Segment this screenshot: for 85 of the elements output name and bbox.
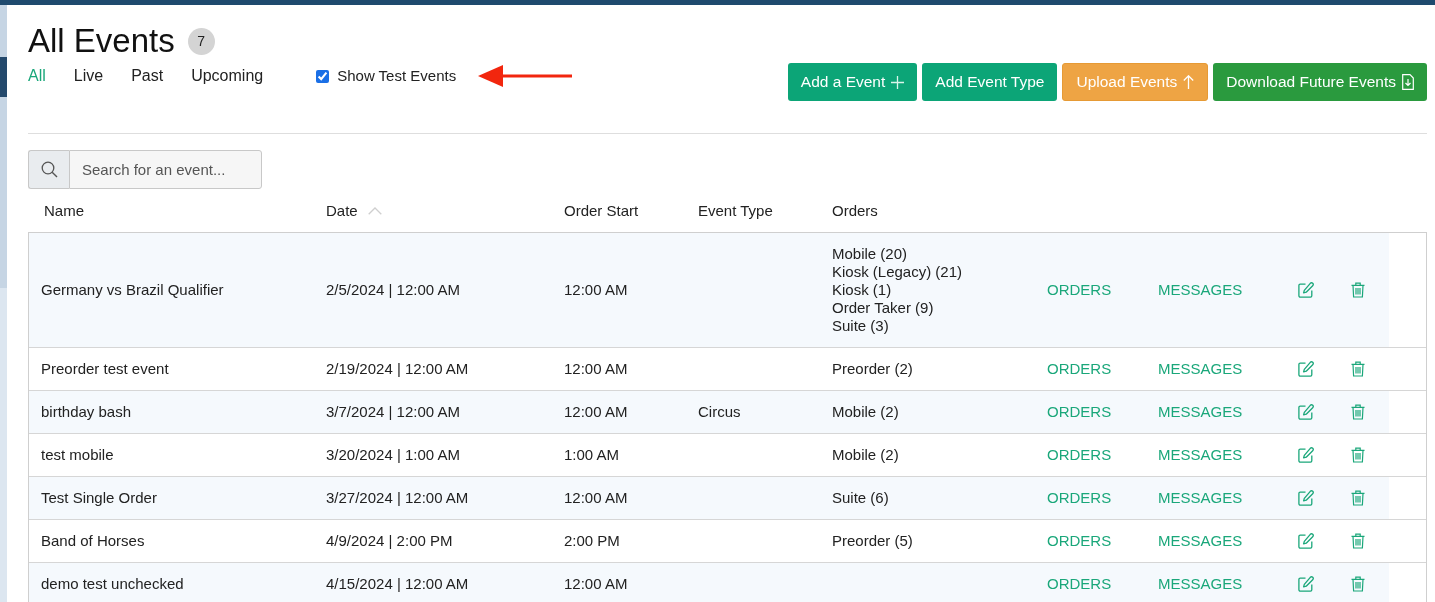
order-channel-count: Kiosk (Legacy) (21) [832,263,963,281]
order-channel-count: Mobile (2) [832,446,899,464]
trash-icon[interactable] [1351,490,1365,506]
messages-link[interactable]: MESSAGES [1158,403,1243,421]
order-channel-count: Kiosk (1) [832,281,892,299]
event-name: Test Single Order [41,489,157,507]
event-name: Germany vs Brazil Qualifier [41,281,224,299]
event-name: Preorder test event [41,360,169,378]
orders-link[interactable]: ORDERS [1047,403,1112,421]
column-header[interactable]: Date [326,202,358,219]
trash-icon[interactable] [1351,404,1365,420]
action-button[interactable]: Upload Events [1062,63,1209,101]
event-name: test mobile [41,446,114,464]
messages-link[interactable]: MESSAGES [1158,489,1243,507]
order-start-time: 12:00 AM [564,575,628,593]
edit-icon[interactable] [1298,576,1314,592]
trash-icon[interactable] [1351,576,1365,592]
messages-link[interactable]: MESSAGES [1158,575,1243,593]
event-date: 4/9/2024 | 2:00 PM [326,532,453,550]
order-start-time: 12:00 AM [564,403,628,421]
action-button[interactable]: Download Future Events [1213,63,1427,101]
orders-link[interactable]: ORDERS [1047,446,1112,464]
event-name: birthday bash [41,403,132,421]
order-channel-count: Order Taker (9) [832,299,934,317]
page-title: All Events [28,21,175,61]
show-test-events-checkbox[interactable] [316,69,330,83]
column-header[interactable]: Orders [832,202,878,219]
orders-link[interactable]: ORDERS [1047,489,1112,507]
filter-tab[interactable]: Live [73,66,104,86]
event-name: Band of Horses [41,532,145,550]
search-icon [28,150,69,189]
sidebar-highlight [0,57,7,97]
event-name: demo test unchecked [41,575,184,593]
order-channel-count: Mobile (2) [832,403,899,421]
action-button[interactable]: Add a Event [787,63,918,101]
plus-icon [891,75,905,89]
order-channel-count: Mobile (20) [832,245,908,263]
order-channel-count: Preorder (5) [832,532,913,550]
order-channel-count: Suite (6) [832,489,889,507]
orders-link[interactable]: ORDERS [1047,281,1112,299]
order-start-time: 1:00 AM [564,446,620,464]
messages-link[interactable]: MESSAGES [1158,532,1243,550]
event-date: 3/20/2024 | 1:00 AM [326,446,460,464]
column-header[interactable]: Name [44,202,84,219]
order-channel-count: Preorder (2) [832,360,913,378]
order-start-time: 12:00 AM [564,360,628,378]
edit-icon[interactable] [1298,361,1314,377]
trash-icon[interactable] [1351,282,1365,298]
event-date: 3/7/2024 | 12:00 AM [326,403,460,421]
order-start-time: 2:00 PM [564,532,620,550]
edit-icon[interactable] [1298,447,1314,463]
filter-tab[interactable]: Upcoming [191,66,264,86]
orders-link[interactable]: ORDERS [1047,532,1112,550]
event-date: 3/27/2024 | 12:00 AM [326,489,469,507]
file-download-icon [1402,74,1414,90]
arrow-up-icon [1183,75,1195,89]
column-header[interactable]: Event Type [698,202,773,219]
sort-caret-icon[interactable] [367,206,382,215]
annotation-arrow-icon [478,65,573,87]
trash-icon[interactable] [1351,361,1365,377]
order-start-time: 12:00 AM [564,489,628,507]
event-date: 2/19/2024 | 12:00 AM [326,360,469,378]
edit-icon[interactable] [1298,533,1314,549]
trash-icon[interactable] [1351,533,1365,549]
event-count-badge: 7 [187,27,215,55]
edit-icon[interactable] [1298,282,1314,298]
event-date: 2/5/2024 | 12:00 AM [326,281,460,299]
orders-link[interactable]: ORDERS [1047,575,1112,593]
order-channel-count: Suite (3) [832,317,889,335]
action-button[interactable]: Add Event Type [922,63,1058,101]
search-field[interactable]: Search for an event... [69,150,262,189]
trash-icon[interactable] [1351,447,1365,463]
column-header[interactable]: Order Start [564,202,639,219]
event-type: Circus [698,403,741,421]
messages-link[interactable]: MESSAGES [1158,360,1243,378]
edit-icon[interactable] [1298,490,1314,506]
orders-link[interactable]: ORDERS [1047,360,1112,378]
messages-link[interactable]: MESSAGES [1158,446,1243,464]
order-start-time: 12:00 AM [564,281,628,299]
messages-link[interactable]: MESSAGES [1158,281,1243,299]
show-test-events-label[interactable]: Show Test Events [337,66,457,86]
edit-icon[interactable] [1298,404,1314,420]
event-date: 4/15/2024 | 12:00 AM [326,575,469,593]
filter-tab[interactable]: All [28,66,46,86]
filter-tab[interactable]: Past [131,66,164,86]
